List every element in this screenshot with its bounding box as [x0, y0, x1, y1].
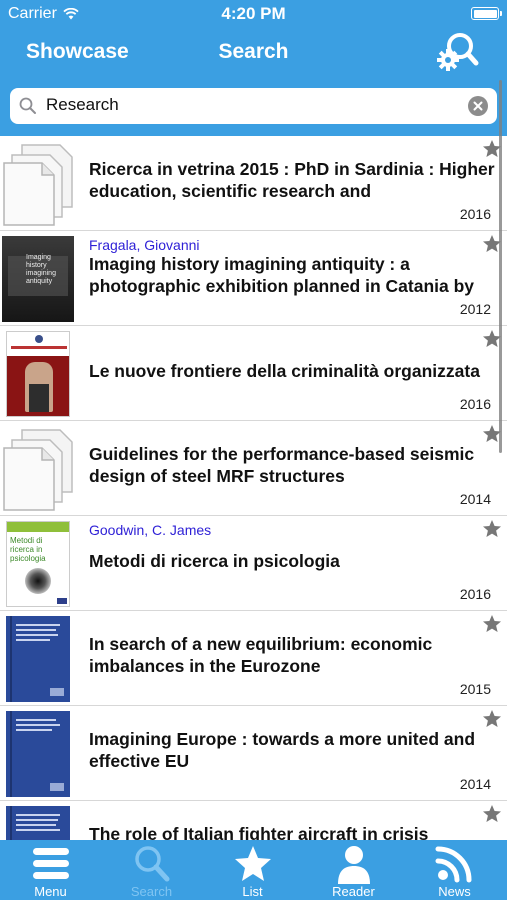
item-title: Ricerca in vetrina 2015 : PhD in Sardini… [89, 159, 495, 201]
list-item[interactable]: Metodi di ricerca in psicologia Goodwin,… [0, 516, 507, 611]
item-title: The role of Italian fighter aircraft in … [89, 824, 429, 840]
close-icon [473, 101, 483, 111]
tab-news[interactable]: News [404, 840, 505, 900]
cover-caption: Imaging history imagining antiquity [26, 254, 56, 285]
list-item[interactable]: Guidelines for the performance-based sei… [0, 421, 507, 516]
search-icon [19, 97, 36, 114]
tab-list[interactable]: List [202, 840, 303, 900]
item-title: Le nuove frontiere della criminalità org… [89, 361, 480, 381]
status-bar: Carrier 4:20 PM [0, 0, 507, 28]
tab-bar: Menu Search List Reader News [0, 840, 507, 900]
star-icon[interactable] [482, 709, 502, 729]
item-year: 2015 [459, 681, 491, 697]
item-year: 2012 [459, 301, 491, 317]
cover-image: Imaging history imagining antiquity [2, 236, 74, 322]
tab-search[interactable]: Search [101, 840, 202, 900]
star-icon[interactable] [482, 519, 502, 539]
item-title: Imagining Europe : towards a more united… [89, 729, 476, 771]
item-year: 2014 [459, 776, 491, 792]
scrollbar[interactable] [499, 80, 502, 453]
tab-label: Search [130, 884, 173, 899]
clear-search-button[interactable] [468, 96, 488, 116]
item-title: Imaging history imagining antiquity : a … [89, 254, 475, 296]
list-item[interactable]: Ricerca in vetrina 2015 : PhD in Sardini… [0, 136, 507, 231]
list-item[interactable]: Imagining Europe : towards a more united… [0, 706, 507, 801]
item-author[interactable]: Fragala, Giovanni [89, 237, 200, 253]
tab-label: Reader [332, 884, 375, 899]
cover-image [6, 806, 70, 840]
item-year: 2016 [459, 396, 491, 412]
star-icon [235, 846, 271, 881]
item-year: 2014 [459, 491, 491, 507]
search-icon [135, 846, 170, 882]
star-icon[interactable] [482, 614, 502, 634]
star-icon[interactable] [482, 804, 502, 824]
page-title: Search [218, 40, 289, 63]
tab-label: News [438, 884, 471, 899]
item-author[interactable]: Goodwin, C. James [89, 522, 211, 538]
menu-icon [33, 848, 69, 879]
tab-label: List [242, 884, 263, 899]
list-item[interactable]: The role of Italian fighter aircraft in … [0, 801, 507, 840]
item-title: In search of a new equilibrium: economic… [89, 634, 433, 676]
item-year: 2016 [459, 206, 491, 222]
tab-reader[interactable]: Reader [303, 840, 404, 900]
cover-placeholder [2, 426, 74, 512]
list-item[interactable]: Imaging history imagining antiquity Frag… [0, 231, 507, 326]
search-settings-icon[interactable] [434, 30, 480, 74]
battery-icon [471, 7, 502, 20]
item-year: 2016 [459, 586, 491, 602]
clock: 4:20 PM [221, 4, 286, 23]
search-bar[interactable]: Research [10, 88, 497, 124]
results-list[interactable]: Ricerca in vetrina 2015 : PhD in Sardini… [0, 136, 507, 840]
cover-image [6, 331, 70, 417]
tab-label: Menu [34, 884, 67, 899]
tab-menu[interactable]: Menu [0, 840, 101, 900]
cover-placeholder [2, 141, 74, 227]
item-title: Metodi di ricerca in psicologia [89, 551, 340, 571]
search-input[interactable]: Research [46, 95, 119, 115]
cover-caption: Metodi di ricerca in psicologia [10, 536, 46, 563]
list-item[interactable]: In search of a new equilibrium: economic… [0, 611, 507, 706]
cover-image: Metodi di ricerca in psicologia [6, 521, 70, 607]
cover-image [6, 711, 70, 797]
app-header: Carrier 4:20 PM Showcase Search Research [0, 0, 507, 136]
item-title: Guidelines for the performance-based sei… [89, 444, 475, 486]
rss-icon [435, 846, 472, 883]
cover-image [6, 616, 70, 702]
person-icon [338, 846, 370, 884]
list-item[interactable]: Le nuove frontiere della criminalità org… [0, 326, 507, 421]
